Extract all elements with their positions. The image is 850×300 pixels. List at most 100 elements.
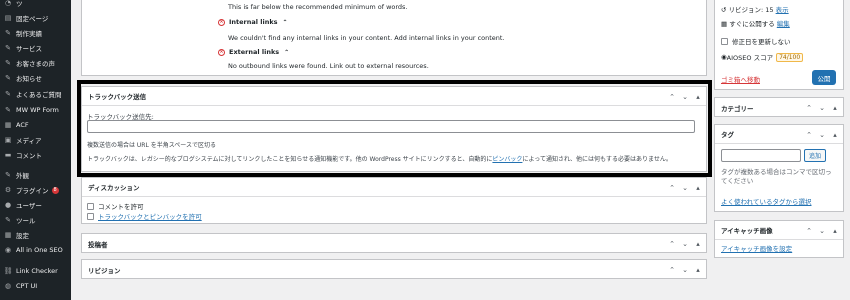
move-down-icon[interactable]: ⌄ — [681, 266, 689, 274]
page-icon: ▤ — [4, 14, 12, 22]
panel-controls: ⌃ ⌄ ▴ — [668, 178, 702, 197]
sidebar-item-settings[interactable]: ▦ 設定 — [0, 229, 71, 241]
revisions-info: ↺ リビジョン: 15 表示 — [721, 6, 789, 14]
error-icon: × — [218, 18, 225, 26]
settings-icon: ▦ — [4, 231, 12, 239]
toggle-icon[interactable]: ▴ — [694, 266, 702, 274]
cpt-icon: ◍ — [4, 282, 12, 290]
allow-comments-checkbox[interactable]: コメントを許可 — [87, 201, 144, 211]
toggle-icon[interactable]: ▴ — [831, 104, 839, 112]
pin-icon: ✎ — [5, 74, 11, 82]
sidebar-item-works[interactable]: ✎ 制作実績 — [0, 27, 71, 39]
edit-schedule-link[interactable]: 編集 — [777, 20, 790, 28]
toggle-icon[interactable]: ▴ — [694, 240, 702, 248]
dashboard-icon: ◔ — [4, 0, 12, 7]
toggle-icon[interactable]: ▴ — [831, 227, 839, 235]
publish-button[interactable]: 公開 — [812, 70, 836, 85]
sidebar-item-acf[interactable]: ▦ ACF — [0, 119, 71, 131]
toggle-icon[interactable]: ▴ — [694, 184, 702, 192]
media-icon: ▣ — [4, 136, 12, 144]
featured-image-title: アイキャッチ画像 — [721, 227, 773, 235]
set-featured-image-link[interactable]: アイキャッチ画像を設定 — [721, 243, 792, 253]
sidebar-item-media[interactable]: ▣ メディア — [0, 134, 71, 146]
popular-tags-link[interactable]: よく使われているタグから選択 — [721, 196, 811, 206]
move-down-icon[interactable]: ⌄ — [681, 240, 689, 248]
move-up-icon[interactable]: ⌃ — [668, 240, 676, 248]
tags-help: タグが複数ある場合はコンマで区切ってください — [721, 168, 832, 185]
update-count-badge: 8 — [51, 186, 59, 194]
admin-sidebar: ◔ ツ ▤ 固定ページ ✎ 制作実績 ✎ サービス ✎ お客さまの声 ✎ お知らせ ✎ よくあ… — [0, 0, 71, 300]
sidebar-item-dashboard[interactable]: ◔ ツ — [0, 0, 71, 9]
author-title: 投稿者 — [88, 240, 108, 249]
sidebar-item-services[interactable]: ✎ サービス — [0, 42, 71, 54]
move-down-icon[interactable]: ⌄ — [818, 104, 826, 112]
author-panel: 投稿者 ⌃ ⌄ ▴ — [81, 233, 707, 253]
link-icon: ⛓ — [3, 267, 13, 275]
chevron-up-icon: ⌃ — [282, 18, 288, 26]
internal-links-heading[interactable]: × Internal links ⌃ — [218, 18, 288, 26]
sidebar-item-mw-wp-form[interactable]: ✎ MW WP Form — [0, 104, 71, 116]
external-links-heading[interactable]: × External links ⌃ — [218, 48, 289, 56]
no-update-date-checkbox[interactable]: 修正日を更新しない — [721, 36, 791, 46]
checkbox[interactable] — [721, 37, 728, 45]
new-tag-input[interactable] — [721, 149, 801, 162]
allow-pings-link[interactable]: トラックバックとピンバックを許可 — [98, 211, 202, 221]
pin-icon: ✎ — [5, 59, 11, 67]
sidebar-item-comments[interactable]: ▬ コメント — [0, 149, 71, 161]
revisions-title: リビジョン — [88, 266, 121, 275]
sidebar-item-plugins[interactable]: ⚙ プラグイン 8 — [0, 184, 71, 196]
move-up-icon[interactable]: ⌃ — [805, 227, 813, 235]
categories-title: カテゴリー — [721, 104, 754, 113]
comment-icon: ▬ — [4, 151, 12, 159]
sidebar-item-link-checker[interactable]: ⛓ Link Checker — [0, 265, 71, 277]
checkbox[interactable] — [87, 202, 94, 210]
panel-controls: ⌃ ⌄ ▴ — [668, 234, 702, 253]
author-panel-header[interactable]: 投稿者 — [82, 234, 706, 253]
allow-pings-checkbox[interactable]: トラックバックとピンバックを許可 — [87, 211, 202, 221]
discussion-panel-header[interactable]: ディスカッション — [82, 178, 706, 197]
move-up-icon[interactable]: ⌃ — [668, 266, 676, 274]
chevron-up-icon: ⌃ — [284, 48, 290, 56]
internal-links-text: We couldn't find any internal links in y… — [228, 34, 505, 42]
panel-controls: ⌃ ⌄ ▴ — [668, 260, 702, 279]
grid-icon: ▦ — [4, 121, 12, 129]
revisions-panel-header[interactable]: リビジョン — [82, 260, 706, 279]
pin-icon: ✎ — [5, 90, 11, 98]
appearance-icon: ✎ — [5, 171, 11, 179]
sidebar-item-pages[interactable]: ▤ 固定ページ — [0, 12, 71, 24]
editor-main: This is far below the recommended minimu… — [71, 0, 850, 300]
pin-icon: ✎ — [5, 44, 11, 52]
move-up-icon[interactable]: ⌃ — [668, 184, 676, 192]
sidebar-item-tools[interactable]: ✎ ツール — [0, 214, 71, 226]
sidebar-item-appearance[interactable]: ✎ 外観 — [0, 169, 71, 181]
move-up-icon[interactable]: ⌃ — [805, 104, 813, 112]
trackback-highlight-frame — [77, 80, 712, 177]
discussion-title: ディスカッション — [88, 184, 140, 192]
aioseo-icon: ◉ — [4, 246, 12, 254]
sidebar-item-news[interactable]: ✎ お知らせ — [0, 72, 71, 84]
sidebar-item-aioseo[interactable]: ◉ All in One SEO — [0, 244, 71, 256]
move-down-icon[interactable]: ⌄ — [818, 131, 826, 139]
words-note: This is far below the recommended minimu… — [228, 3, 408, 11]
move-to-trash-link[interactable]: ゴミ箱へ移動 — [721, 74, 760, 84]
seo-analysis-panel: This is far below the recommended minimu… — [81, 0, 707, 76]
view-revisions-link[interactable]: 表示 — [776, 6, 789, 14]
tags-title: タグ — [721, 131, 734, 139]
sidebar-item-users[interactable]: ● ユーザー — [0, 199, 71, 211]
add-tag-button[interactable]: 追加 — [804, 149, 826, 162]
tool-icon: ✎ — [5, 216, 11, 224]
sidebar-item-cpt-ui[interactable]: ◍ CPT UI — [0, 280, 71, 292]
calendar-icon: ▦ — [721, 20, 730, 28]
categories-panel: カテゴリー ⌃ ⌄ ▴ — [714, 97, 844, 117]
sidebar-item-faq[interactable]: ✎ よくあるご質問 — [0, 88, 71, 100]
checkbox[interactable] — [87, 212, 94, 220]
move-down-icon[interactable]: ⌄ — [818, 227, 826, 235]
aioseo-score-badge[interactable]: 74/100 — [776, 52, 804, 62]
panel-controls: ⌃ ⌄ ▴ — [805, 221, 839, 240]
user-icon: ● — [4, 201, 12, 209]
toggle-icon[interactable]: ▴ — [831, 131, 839, 139]
sidebar-item-testimonials[interactable]: ✎ お客さまの声 — [0, 57, 71, 69]
move-down-icon[interactable]: ⌄ — [681, 184, 689, 192]
move-up-icon[interactable]: ⌃ — [805, 131, 813, 139]
form-icon: ✎ — [5, 106, 11, 114]
